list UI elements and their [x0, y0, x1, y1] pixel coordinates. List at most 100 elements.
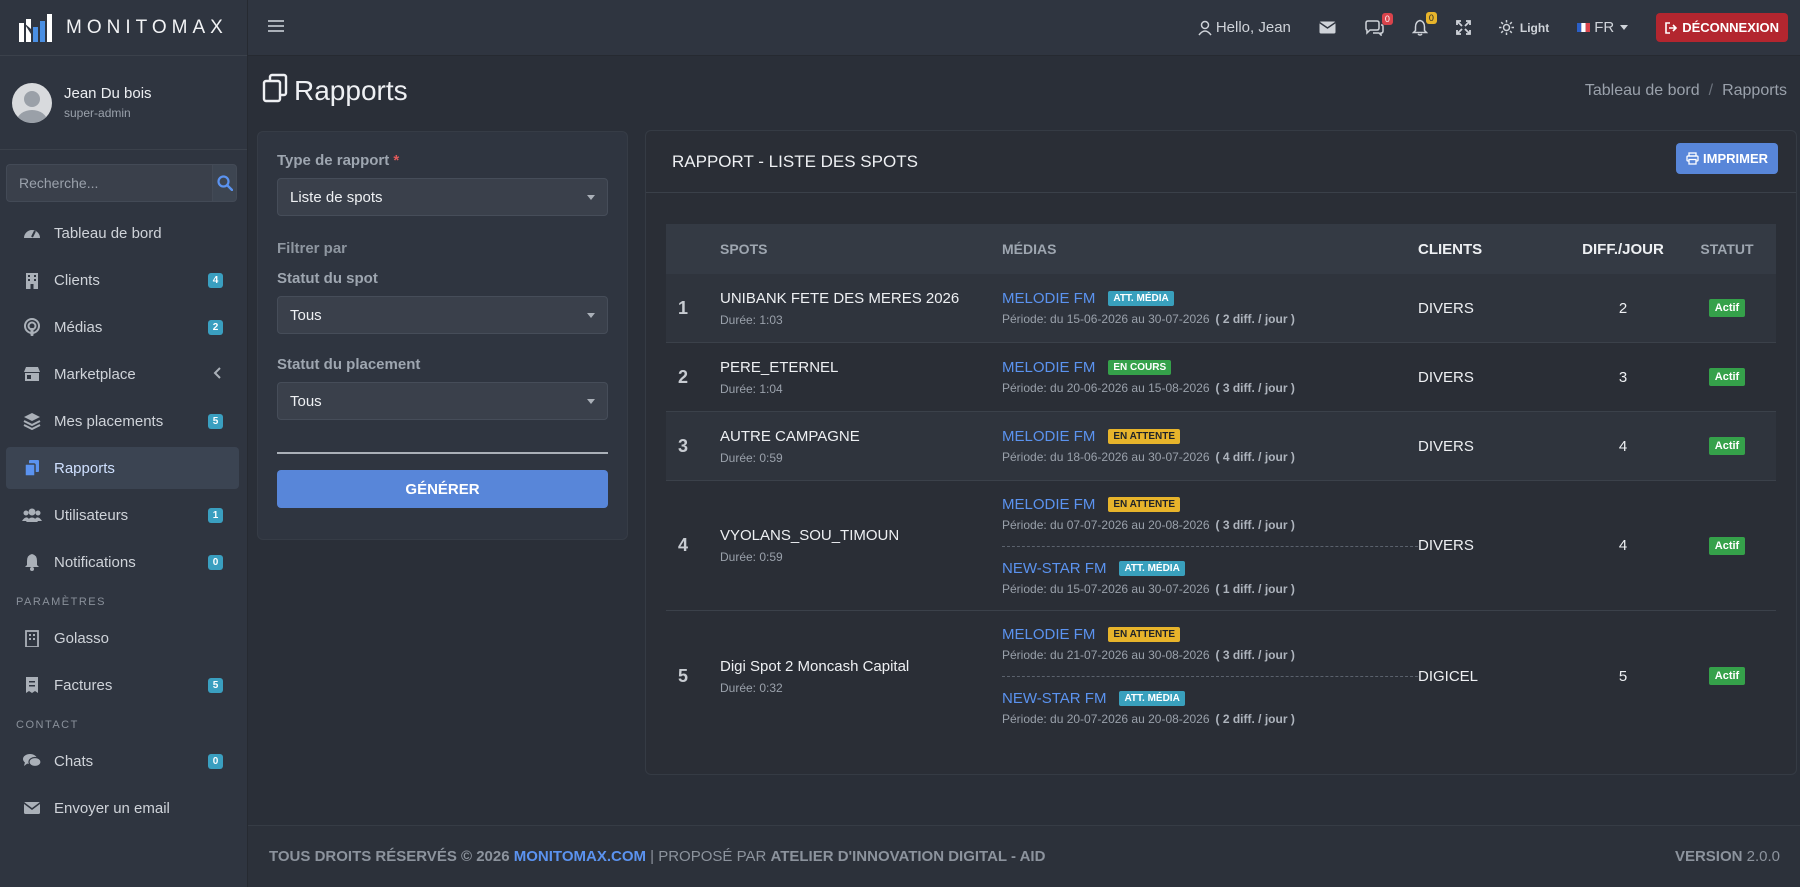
placement-status-select[interactable]: Tous: [277, 382, 608, 420]
media-period: Période: du 20-06-2026 au 15-08-2026 ( 3 …: [1002, 381, 1418, 395]
logout-button[interactable]: DÉCONNEXION: [1656, 13, 1788, 42]
required-marker: *: [393, 152, 400, 169]
messages-button[interactable]: [1318, 21, 1336, 34]
media-entry: MELODIE FM EN ATTENTE Période: du 18-06-2…: [1002, 424, 1418, 468]
users-count-badge: 1: [208, 507, 223, 523]
media-cell: MELODIE FM EN ATTENTE Période: du 18-06-2…: [1002, 424, 1418, 468]
spots-table: SPOTS MÉDIAS CLIENTS DIFF./JOUR STATUT 1…: [666, 224, 1776, 741]
media-diff: ( 1 diff. / jour ): [1215, 581, 1295, 596]
media-period-text: Période: du 21-07-2026 au 30-08-2026: [1002, 648, 1210, 662]
spot-status-select[interactable]: Tous: [277, 296, 608, 334]
media-period-text: Période: du 07-07-2026 au 20-08-2026: [1002, 517, 1210, 532]
media-link[interactable]: NEW-STAR FM: [1002, 560, 1106, 577]
status-badge: Actif: [1708, 368, 1746, 386]
sidebar-item-chats[interactable]: Chats 0: [6, 740, 239, 782]
spot-name: Digi Spot 2 Moncash Capital: [720, 657, 910, 675]
media-period-text: Période: du 15-07-2026 au 30-07-2026: [1002, 581, 1210, 596]
user-name: Jean Du bois: [64, 85, 152, 102]
sidebar-item-label: Mes placements: [54, 412, 164, 430]
report-header: RAPPORT - LISTE DES SPOTS IMPRIMER: [646, 131, 1796, 193]
logout-label: DÉCONNEXION: [1682, 20, 1779, 35]
footer-site-link[interactable]: MONITOMAX.COM: [514, 848, 646, 865]
brand[interactable]: MONITOMAX: [0, 0, 247, 56]
factures-count-badge: 5: [208, 677, 223, 693]
media-entry: NEW-STAR FM ATT. MÉDIA Période: du 20-07-…: [1002, 676, 1418, 730]
table-row: 2 PERE_ETERNEL Durée: 1:04 MELODIE FM EN …: [666, 343, 1776, 412]
generate-button[interactable]: GÉNÉRER: [277, 470, 608, 508]
sidebar-item-medias[interactable]: Médias 2: [6, 306, 239, 348]
sidebar-item-email[interactable]: Envoyer un email: [6, 787, 239, 829]
sidebar-item-rapports[interactable]: Rapports: [6, 447, 239, 489]
sidebar-item-factures[interactable]: Factures 5: [6, 664, 239, 706]
table-row: 5 Digi Spot 2 Moncash Capital Durée: 0:3…: [666, 611, 1776, 741]
report-type-select[interactable]: Liste de spots: [277, 178, 608, 216]
bell-notifications-button[interactable]: 0: [1411, 12, 1437, 36]
sidebar-item-label: Clients: [54, 271, 100, 289]
report-type-label-text: Type de rapport: [277, 152, 390, 169]
divider: [277, 452, 608, 454]
user-panel[interactable]: Jean Du bois super-admin: [0, 56, 247, 150]
spot-status-value: Tous: [290, 306, 322, 324]
spot-name: PERE_ETERNEL: [720, 358, 839, 376]
status-cell: Actif: [1678, 667, 1776, 685]
status-cell: Actif: [1678, 437, 1776, 455]
user-greeting[interactable]: Hello, Jean: [1198, 19, 1291, 36]
avatar: [12, 82, 52, 123]
media-link[interactable]: NEW-STAR FM: [1002, 690, 1106, 707]
sidebar-item-utilisateurs[interactable]: Utilisateurs 1: [6, 494, 239, 536]
report-title: RAPPORT - LISTE DES SPOTS: [672, 151, 918, 171]
copy-icon: [22, 459, 42, 477]
page-title-text: Rapports: [294, 75, 408, 106]
envelope-icon: [22, 799, 42, 817]
language-selector[interactable]: FR: [1577, 19, 1629, 36]
search-icon: [216, 175, 233, 191]
sidebar-item-notifications[interactable]: Notifications 0: [6, 541, 239, 583]
spot-status-label: Statut du spot: [277, 270, 378, 287]
diff-cell: 4: [1618, 437, 1628, 455]
media-link[interactable]: MELODIE FM: [1002, 428, 1095, 445]
users-icon: [22, 506, 42, 524]
theme-toggle[interactable]: Light: [1498, 20, 1549, 35]
placement-status-badge: ATT. MÉDIA: [1108, 291, 1174, 306]
footer: TOUS DROITS RÉSERVÉS © 2026 MONITOMAX.CO…: [248, 825, 1800, 887]
media-period: Période: du 07-07-2026 au 20-08-2026 ( 3 …: [1002, 518, 1418, 532]
breadcrumb-dashboard[interactable]: Tableau de bord: [1585, 82, 1700, 100]
print-button[interactable]: IMPRIMER: [1676, 143, 1778, 174]
search-button[interactable]: [212, 164, 237, 202]
media-link[interactable]: MELODIE FM: [1002, 290, 1095, 307]
footer-company: ATELIER D'INNOVATION DIGITAL - AID: [770, 848, 1046, 865]
media-link[interactable]: MELODIE FM: [1002, 626, 1095, 643]
chat-notifications-button[interactable]: 0: [1364, 12, 1393, 36]
fullscreen-icon: [1455, 20, 1471, 35]
sidebar-item-label: Factures: [54, 676, 113, 694]
sidebar-search: [6, 164, 237, 202]
menu-toggle-icon[interactable]: [268, 19, 284, 37]
status-badge: Actif: [1708, 299, 1746, 317]
media-diff: ( 3 diff. / jour ): [1215, 517, 1295, 532]
sidebar-item-clients[interactable]: Clients 4: [6, 259, 239, 301]
media-link[interactable]: MELODIE FM: [1002, 496, 1095, 513]
copy-icon: [262, 73, 288, 110]
sidebar-item-marketplace[interactable]: Marketplace: [6, 353, 239, 395]
search-input[interactable]: [6, 164, 212, 202]
fullscreen-button[interactable]: [1455, 20, 1471, 35]
spot-cell: PERE_ETERNEL Durée: 1:04: [704, 359, 1002, 396]
media-link[interactable]: MELODIE FM: [1002, 359, 1095, 376]
media-period-text: Période: du 20-07-2026 au 20-08-2026: [1002, 712, 1210, 726]
sidebar-item-golasso[interactable]: Golasso: [6, 617, 239, 659]
row-number: 2: [678, 366, 689, 387]
sidebar-item-placements[interactable]: Mes placements 5: [6, 400, 239, 442]
report-type-value: Liste de spots: [290, 188, 383, 206]
sidebar-item-dashboard[interactable]: Tableau de bord: [6, 212, 239, 254]
filter-by-heading: Filtrer par: [277, 240, 348, 257]
client-cell: DIVERS: [1418, 299, 1474, 317]
media-cell: MELODIE FM EN ATTENTE Période: du 07-07-2…: [1002, 492, 1418, 600]
status-cell: Actif: [1678, 299, 1776, 317]
section-header-contact: CONTACT: [16, 719, 79, 731]
media-diff: ( 4 diff. / jour ): [1215, 450, 1295, 464]
client-cell: DIVERS: [1418, 437, 1474, 455]
print-icon: [1686, 152, 1699, 165]
placement-status-value: Tous: [290, 392, 322, 410]
spot-cell: UNIBANK FETE DES MERES 2026 Durée: 1:03: [704, 290, 1002, 327]
media-period: Période: du 15-07-2026 au 30-07-2026 ( 1 …: [1002, 582, 1418, 596]
